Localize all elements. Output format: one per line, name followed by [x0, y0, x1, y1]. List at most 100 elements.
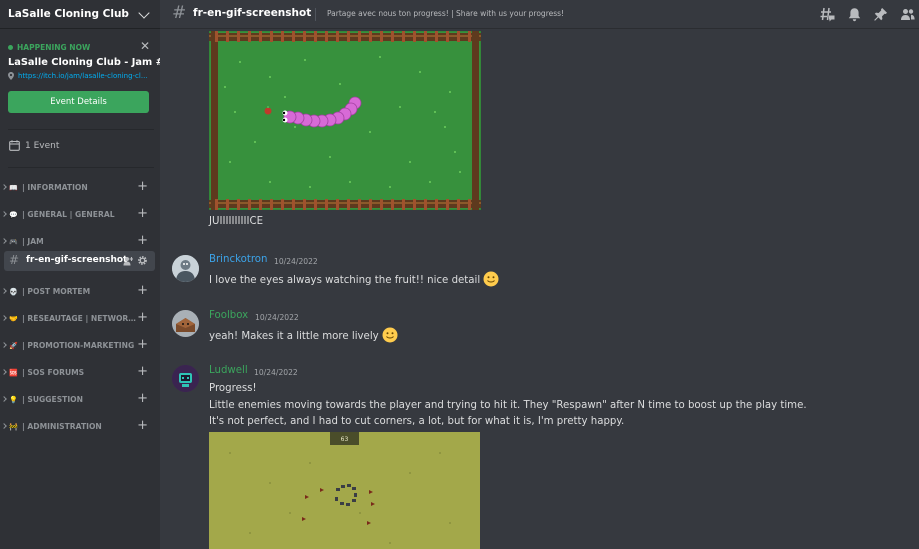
category-information[interactable]: 📖 | INFORMATION +	[0, 180, 160, 196]
bell-icon[interactable]	[847, 7, 862, 22]
message-author[interactable]: Brinckotron	[209, 254, 267, 265]
add-channel-icon[interactable]: +	[137, 338, 148, 352]
category-sos-forums[interactable]: 🆘 | SOS FORUMS +	[0, 365, 160, 381]
game-hud-counter: 63	[341, 436, 349, 443]
calendar-icon	[9, 140, 20, 151]
category-label: | SOS FORUMS	[22, 368, 85, 377]
chevron-right-icon	[1, 396, 7, 402]
light-bulb-icon: 💡	[9, 396, 18, 404]
add-channel-icon[interactable]: +	[137, 392, 148, 406]
category-general[interactable]: 💬 | GÉNÉRAL | GENERAL +	[0, 207, 160, 223]
author-name[interactable]: Ludwell	[209, 365, 248, 376]
channel-title: fr-en-gif-screenshot	[193, 7, 312, 19]
slightly-smiling-face-icon	[483, 271, 499, 287]
category-label: | ADMINISTRATION	[22, 422, 102, 431]
divider	[8, 129, 154, 130]
avatar[interactable]	[172, 365, 199, 392]
location-pin-icon	[8, 72, 14, 80]
message-timestamp: 10/24/2022	[255, 313, 299, 322]
category-suggestion[interactable]: 💡 | SUGGESTION +	[0, 392, 160, 408]
user-avatar-icon	[172, 255, 199, 282]
live-dot-icon	[8, 45, 13, 50]
message-author[interactable]: Ludwell	[209, 365, 248, 376]
chevron-right-icon	[1, 238, 7, 244]
slightly-smiling-face-icon	[382, 327, 398, 343]
category-label: | SUGGESTION	[22, 395, 83, 404]
channel-item-fr-en-gif-screenshot[interactable]: # fr-en-gif-screenshot	[4, 251, 155, 271]
message-author[interactable]: Foolbox	[209, 310, 248, 321]
event-link[interactable]: https://itch.io/jam/lasalle-cloning-cl..…	[18, 72, 148, 80]
category-label: | INFORMATION	[22, 183, 88, 192]
category-label: | POST MORTEM	[22, 287, 91, 296]
add-channel-icon[interactable]: +	[137, 419, 148, 433]
user-avatar-icon	[172, 365, 199, 392]
message-content: I love the eyes always watching the frui…	[209, 271, 499, 288]
close-icon[interactable]: ✕	[140, 40, 150, 52]
happening-now-label: HAPPENING NOW	[17, 43, 91, 52]
divider	[8, 167, 154, 168]
message-content: yeah! Makes it a little more lively	[209, 327, 398, 344]
message-list: JUIIIIIIIIIICE Brinckotron 10/24/2022 I …	[160, 30, 919, 549]
message-timestamp: 10/24/2022	[254, 368, 298, 377]
add-channel-icon[interactable]: +	[137, 311, 148, 325]
add-channel-icon[interactable]: +	[137, 207, 148, 221]
happening-now-badge: HAPPENING NOW	[8, 43, 90, 52]
divider	[315, 8, 316, 21]
hashtag-channel-icon: #	[9, 253, 20, 267]
chevron-right-icon	[1, 342, 7, 348]
pin-icon[interactable]	[873, 7, 888, 22]
event-location: https://itch.io/jam/lasalle-cloning-cl..…	[8, 72, 154, 80]
discord-app: LaSalle Cloning Club HAPPENING NOW ✕ LaS…	[0, 0, 919, 549]
message-text: Little enemies moving towards the player…	[209, 400, 807, 411]
message-timestamp: 10/24/2022	[274, 257, 318, 266]
chevron-right-icon	[1, 211, 7, 217]
snake-game-screenshot[interactable]	[209, 31, 481, 210]
add-channel-icon[interactable]: +	[137, 365, 148, 379]
message-text: It's not perfect, and I had to cut corne…	[209, 416, 625, 427]
author-name[interactable]: Brinckotron	[209, 254, 267, 265]
category-administration[interactable]: 🚧 | ADMINISTRATION +	[0, 419, 160, 435]
author-name[interactable]: Foolbox	[209, 310, 248, 321]
chevron-down-icon[interactable]	[138, 7, 150, 19]
create-invite-icon[interactable]	[123, 256, 133, 266]
sos-icon: 🆘	[9, 369, 18, 377]
category-networking[interactable]: 🤝 | RÉSEAUTAGE | NETWORK... +	[0, 311, 160, 327]
add-channel-icon[interactable]: +	[137, 284, 148, 298]
skull-icon: 💀	[9, 288, 18, 296]
avatar[interactable]	[172, 255, 199, 282]
chevron-right-icon	[1, 423, 7, 429]
rocket-icon: 🚀	[9, 342, 18, 350]
chevron-right-icon	[1, 184, 7, 190]
channel-sidebar: LaSalle Cloning Club HAPPENING NOW ✕ LaS…	[0, 0, 160, 549]
add-channel-icon[interactable]: +	[137, 180, 148, 194]
add-channel-icon[interactable]: +	[137, 234, 148, 248]
events-count: 1 Event	[25, 140, 60, 151]
top-down-game-screenshot[interactable]: 63	[209, 432, 480, 549]
message-continuation: JUIIIIIIIIIICE	[209, 216, 264, 227]
threads-icon[interactable]	[820, 7, 835, 22]
category-promotion-marketing[interactable]: 🚀 | PROMOTION-MARKETING +	[0, 338, 160, 354]
members-icon[interactable]	[900, 7, 915, 22]
gear-icon[interactable]	[137, 255, 148, 266]
message-text: Progress!	[209, 383, 257, 394]
hashtag-channel-icon: #	[172, 3, 187, 23]
category-label: | PROMOTION-MARKETING	[22, 341, 135, 350]
book-icon: 📖	[9, 184, 18, 192]
message-text: I love the eyes always watching the frui…	[209, 275, 481, 286]
game-controller-icon: 🎮	[9, 238, 18, 246]
guild-header[interactable]: LaSalle Cloning Club	[0, 0, 160, 29]
category-post-mortem[interactable]: 💀 | POST MORTEM +	[0, 284, 160, 300]
chevron-right-icon	[1, 288, 7, 294]
category-jam[interactable]: 🎮 | JAM +	[0, 234, 160, 250]
events-count-row[interactable]: 1 Event	[9, 140, 59, 151]
channel-topic[interactable]: Partage avec nous ton progress! | Share …	[327, 9, 564, 18]
speech-bubble-icon: 💬	[9, 211, 18, 219]
construction-icon: 🚧	[9, 423, 18, 431]
chevron-right-icon	[1, 315, 7, 321]
event-card: HAPPENING NOW ✕ LaSalle Cloning Club - J…	[0, 38, 160, 118]
category-label: | GÉNÉRAL | GENERAL	[22, 210, 115, 219]
event-details-button[interactable]: Event Details	[8, 91, 149, 113]
chevron-right-icon	[1, 369, 7, 375]
user-avatar-icon	[172, 310, 199, 337]
avatar[interactable]	[172, 310, 199, 337]
